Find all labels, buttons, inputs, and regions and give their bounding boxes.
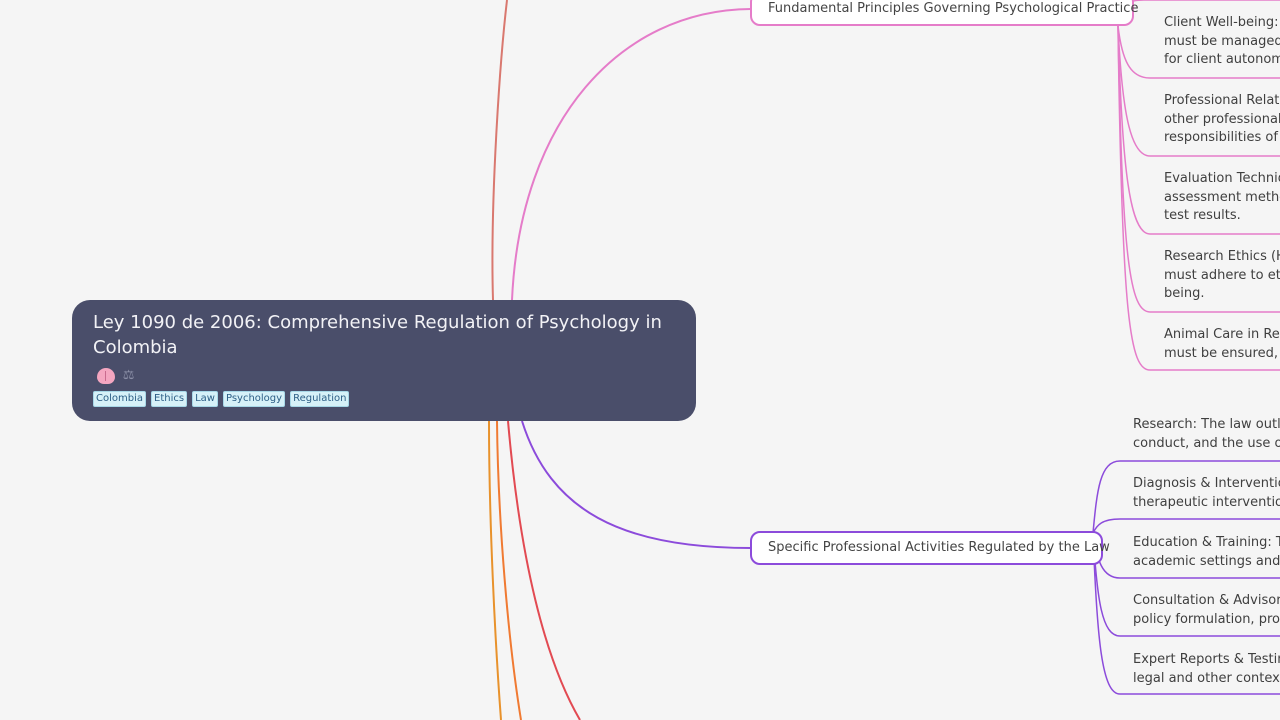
connector-root-to-principles: [511, 8, 752, 301]
branch-fundamental-principles[interactable]: Fundamental Principles Governing Psychol…: [750, 0, 1138, 26]
tag-list: Colombia Ethics Law Psychology Regulatio…: [93, 391, 675, 407]
leaf-consultation-advisory[interactable]: Consultation & Advisory policy formulati…: [1133, 592, 1280, 629]
scale-icon: ⚖: [122, 368, 135, 383]
root-icons: ⚖: [93, 366, 675, 388]
brain-icon: [97, 367, 115, 384]
leaf-client-well-being[interactable]: Client Well-being: P must be managed t f…: [1164, 14, 1280, 70]
tag-regulation[interactable]: Regulation: [290, 391, 350, 407]
leaf-education-training[interactable]: Education & Training: Th academic settin…: [1133, 534, 1280, 571]
root-node[interactable]: Ley 1090 de 2006: Comprehensive Regulati…: [72, 300, 696, 421]
connector-offscreen-bottom-2: [496, 420, 522, 720]
leaf-research[interactable]: Research: The law outlin conduct, and th…: [1133, 416, 1280, 453]
root-title: Ley 1090 de 2006: Comprehensive Regulati…: [93, 312, 662, 358]
tag-ethics[interactable]: Ethics: [151, 391, 188, 407]
leaf-animal-care[interactable]: Animal Care in Rese must be ensured, m: [1164, 326, 1280, 363]
leaf-professional-relations[interactable]: Professional Relatio other professionals…: [1164, 92, 1280, 148]
leaf-diagnosis-intervention[interactable]: Diagnosis & Intervention therapeutic int…: [1133, 475, 1280, 512]
tag-colombia[interactable]: Colombia: [93, 391, 146, 407]
connector-offscreen-top: [491, 0, 508, 301]
connector-offscreen-bottom-1: [488, 420, 502, 720]
leaf-evaluation-techniques[interactable]: Evaluation Techniqu assessment metho tes…: [1164, 170, 1280, 226]
branch-professional-activities[interactable]: Specific Professional Activities Regulat…: [750, 531, 1110, 565]
connector-offscreen-bottom-3: [507, 420, 581, 720]
tag-psychology[interactable]: Psychology: [222, 391, 286, 407]
mind-map-canvas[interactable]: Ley 1090 de 2006: Comprehensive Regulati…: [0, 0, 1280, 720]
leaf-expert-reports[interactable]: Expert Reports & Testimo legal and other…: [1133, 651, 1280, 688]
leaf-research-ethics[interactable]: Research Ethics (Hu must adhere to ethi …: [1164, 248, 1280, 304]
tag-law[interactable]: Law: [192, 391, 218, 407]
connector-root-to-activities: [521, 420, 752, 549]
